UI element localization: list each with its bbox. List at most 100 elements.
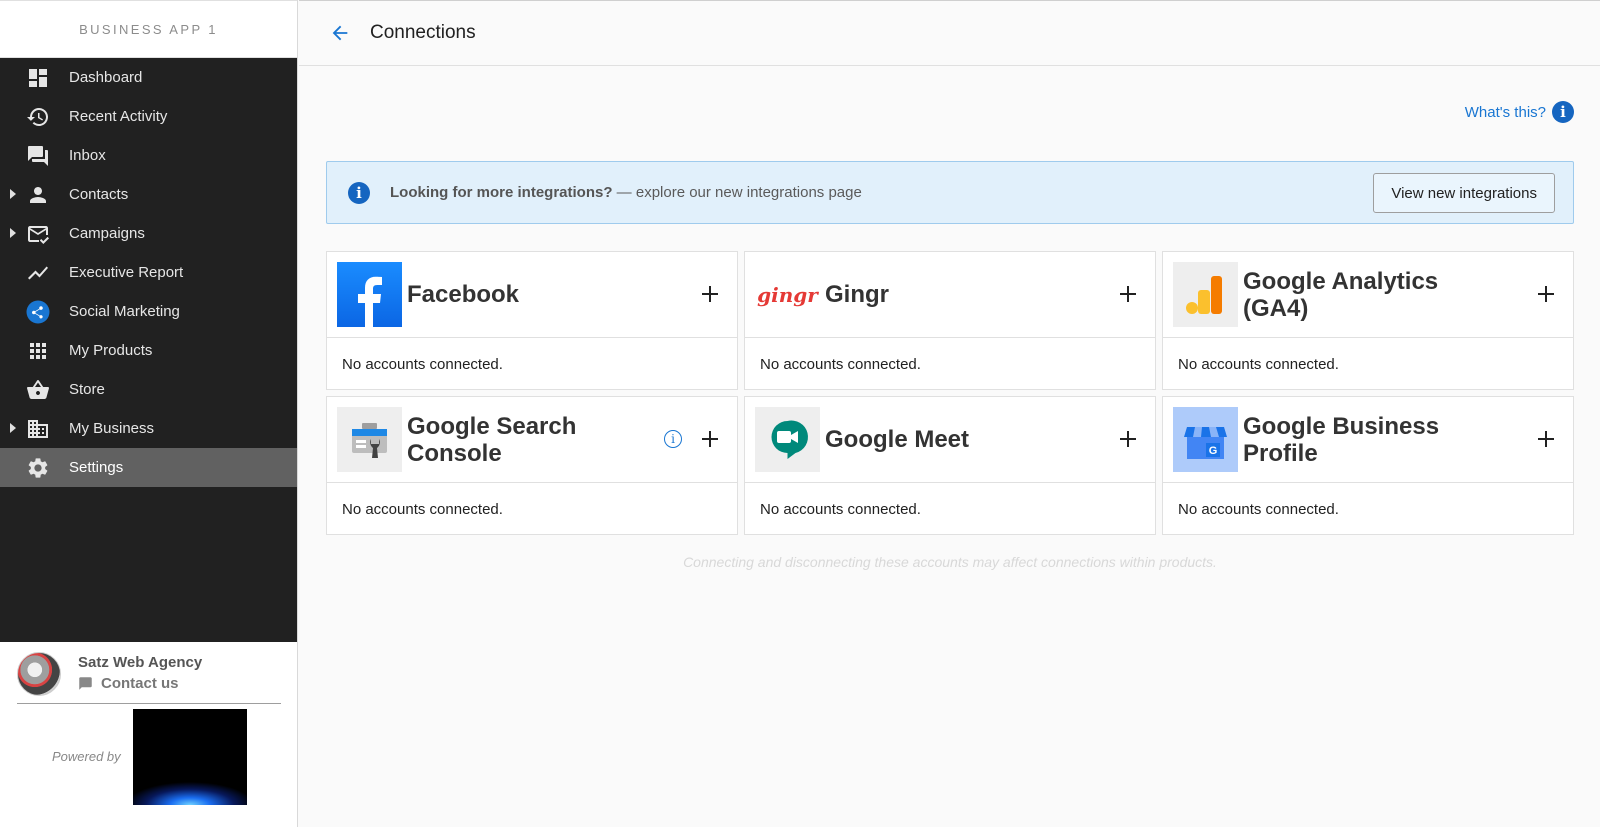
card-title: Gingr [825,281,889,308]
dashboard-icon [26,66,50,90]
agency-block: Satz Web Agency Contact us [0,642,297,704]
back-button[interactable] [326,19,354,47]
connection-card-google-business-profile: G Google Business Profile No accounts co… [1162,396,1574,535]
gingr-logo-text: gingr [757,282,818,307]
expand-caret-icon[interactable] [10,189,16,199]
sidebar-item-label: Inbox [69,147,106,164]
building-icon [26,417,50,441]
sidebar-item-label: Dashboard [69,69,143,86]
sidebar-item-label: Recent Activity [69,108,168,125]
sidebar: BUSINESS APP 1 Dashboard Recent Activity… [0,0,298,827]
chat-icon [26,144,50,168]
sidebar-item-label: Contacts [69,186,129,203]
sidebar-item-label: Settings [69,459,124,476]
svg-text:G: G [1209,445,1218,457]
sidebar-item-my-business[interactable]: My Business [0,409,297,448]
history-icon [26,105,50,129]
sidebar-item-contacts[interactable]: Contacts [0,175,297,214]
view-new-integrations-button[interactable]: View new integrations [1373,173,1555,213]
card-title: Google Search Console [407,412,577,467]
powered-by-label: Powered by [52,749,121,764]
card-header: Google Search Console i [327,397,737,483]
info-icon[interactable]: i [664,430,682,448]
sidebar-item-recent-activity[interactable]: Recent Activity [0,97,297,136]
google-search-console-logo [337,407,402,472]
agency-name: Satz Web Agency [78,654,203,671]
add-connection-button[interactable] [1533,281,1559,307]
card-status: No accounts connected. [1178,356,1339,373]
basket-icon [26,378,50,402]
gingr-logo: gingr [755,262,820,327]
sidebar-item-store[interactable]: Store [0,370,297,409]
banner-bold-text: Looking for more integrations? [390,184,613,201]
sidebar-item-my-products[interactable]: My Products [0,331,297,370]
gear-icon [26,456,50,480]
connection-card-gingr: gingr Gingr No accounts connected. [744,251,1156,390]
add-connection-button[interactable] [697,426,723,452]
add-connection-button[interactable] [1115,281,1141,307]
person-icon [26,183,50,207]
card-title: Facebook [407,281,520,308]
facebook-logo [337,262,402,327]
main-content: Connections What's this? i i Looking for… [299,0,1600,827]
expand-caret-icon[interactable] [10,228,16,238]
google-business-profile-logo: G [1173,407,1238,472]
card-status: No accounts connected. [760,356,921,373]
card-header: gingr Gingr [745,252,1155,338]
card-header: Google Analytics (GA4) [1163,252,1573,338]
sidebar-item-label: Campaigns [69,225,145,242]
sidebar-item-label: Store [69,381,105,398]
sidebar-item-inbox[interactable]: Inbox [0,136,297,175]
connection-card-facebook: Facebook No accounts connected. [326,251,738,390]
connection-card-google-meet: Google Meet No accounts connected. [744,396,1156,535]
sidebar-item-campaigns[interactable]: Campaigns [0,214,297,253]
sidebar-item-label: My Products [69,342,153,359]
integrations-banner: i Looking for more integrations? — explo… [326,161,1574,224]
banner-text: Looking for more integrations? — explore… [390,184,862,201]
contact-us-label: Contact us [101,675,179,692]
add-connection-button[interactable] [1533,426,1559,452]
page-title: Connections [370,22,476,43]
banner-body-text: — explore our new integrations page [612,184,862,201]
sidebar-item-settings[interactable]: Settings [0,448,297,487]
info-icon: i [348,181,370,204]
card-status: No accounts connected. [342,356,503,373]
card-header: Google Meet [745,397,1155,483]
sidebar-item-label: My Business [69,420,155,437]
info-icon: i [1552,101,1574,123]
connection-card-google-search-console: Google Search Console i No accounts conn… [326,396,738,535]
add-connection-button[interactable] [697,281,723,307]
arrow-left-icon [332,25,348,41]
card-header: G Google Business Profile [1163,397,1573,483]
connections-grid: Facebook No accounts connected. gingr Gi… [326,251,1574,535]
share-icon [26,300,50,324]
whats-this-link[interactable]: What's this? i [1465,101,1574,123]
sidebar-nav: Dashboard Recent Activity Inbox Contacts… [0,58,297,487]
card-header: Facebook [327,252,737,338]
card-title: Google Meet [825,426,970,453]
avatar [17,652,61,696]
contact-us-link[interactable]: Contact us [78,675,179,692]
card-title: Google Analytics (GA4) [1243,267,1439,322]
whats-this-label: What's this? [1464,103,1546,121]
card-status: No accounts connected. [1178,501,1339,518]
sidebar-footer: Satz Web Agency Contact us Powered by [0,642,297,827]
sidebar-item-dashboard[interactable]: Dashboard [0,58,297,97]
sidebar-item-label: Executive Report [69,264,184,281]
footer-note: Connecting and disconnecting these accou… [683,554,1217,570]
add-connection-button[interactable] [1115,426,1141,452]
trend-icon [26,261,50,285]
google-analytics-logo [1173,262,1238,327]
card-status: No accounts connected. [342,501,503,518]
brand-name: BUSINESS APP 1 [0,0,297,58]
expand-caret-icon[interactable] [10,423,16,433]
divider [17,703,281,704]
apps-grid-icon [26,339,50,363]
partner-logo-image [133,709,247,805]
sidebar-item-executive-report[interactable]: Executive Report [0,253,297,292]
sidebar-item-label: Social Marketing [69,303,180,320]
page-header: Connections [299,0,1600,66]
mail-check-icon [26,222,50,246]
sidebar-item-social-marketing[interactable]: Social Marketing [0,292,297,331]
google-meet-logo [755,407,820,472]
